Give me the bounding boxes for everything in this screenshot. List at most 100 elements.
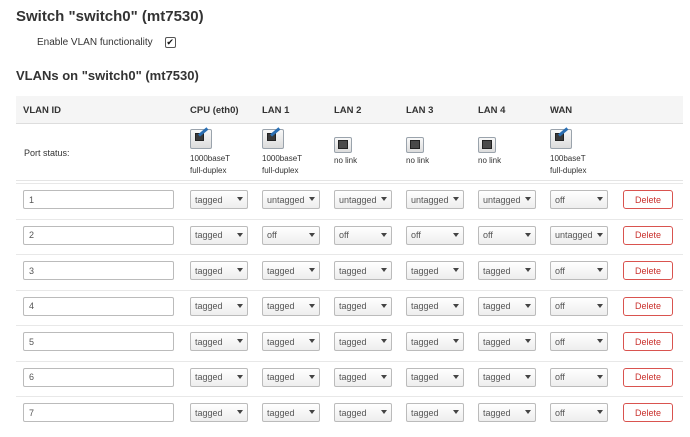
select-value: untagged [339,194,377,205]
delete-button[interactable]: Delete [623,332,673,351]
port-membership-select[interactable]: untagged [550,225,608,245]
port-membership-select[interactable]: tagged [406,403,464,422]
port-membership-select[interactable]: tagged [190,403,248,422]
port-membership-select[interactable]: tagged [190,225,248,245]
port-membership-select[interactable]: off [262,225,320,245]
column-header-port-1: CPU (eth0) [190,105,239,116]
port-membership-select[interactable]: untagged [478,190,536,209]
vlan-id-input[interactable] [23,225,174,245]
port-membership-select[interactable]: off [550,332,608,351]
delete-button[interactable]: Delete [623,403,673,422]
vlan-id-input[interactable] [23,296,174,316]
vlan-id-input[interactable] [23,190,174,209]
port-membership-select[interactable]: tagged [190,190,248,209]
delete-button[interactable]: Delete [623,225,673,245]
port-status-cell: 1000baseT full-duplex [262,127,302,177]
delete-button[interactable]: Delete [623,261,673,280]
port-membership-select[interactable]: tagged [478,332,536,351]
select-value: tagged [339,301,367,311]
port-membership-select[interactable]: off [550,367,608,387]
chevron-down-icon [597,232,603,237]
vlan-row: tagged off off off off untagged Delete [16,218,683,255]
vlan-id-input[interactable] [23,332,174,351]
port-membership-select[interactable]: tagged [478,403,536,422]
port-membership-select[interactable]: tagged [478,367,536,387]
port-membership-select[interactable]: tagged [406,261,464,280]
select-value: untagged [483,194,521,205]
select-value: off [267,230,277,240]
select-value: off [555,265,565,276]
port-membership-select[interactable]: tagged [406,296,464,316]
port-membership-select[interactable]: off [550,261,608,280]
port-membership-select[interactable]: tagged [334,403,392,422]
select-value: tagged [411,372,439,382]
port-membership-select[interactable]: tagged [334,296,392,316]
chevron-down-icon [597,197,603,201]
vlan-id-input[interactable] [23,261,174,280]
select-value: off [555,194,565,205]
select-value: tagged [411,301,439,311]
port-membership-select[interactable]: tagged [262,261,320,280]
port-membership-select[interactable]: tagged [478,261,536,280]
chevron-down-icon [309,339,315,343]
select-value: tagged [267,301,295,311]
vlan-row: tagged tagged tagged tagged tagged off Delete [16,325,683,361]
port-membership-select[interactable]: off [550,403,608,422]
port-membership-select[interactable]: tagged [262,332,320,351]
select-value: tagged [267,407,295,418]
port-speed: 100baseT [550,154,586,163]
port-membership-select[interactable]: tagged [262,367,320,387]
chevron-down-icon [309,303,315,308]
enable-vlan-checkbox[interactable]: ✔ [164,37,176,48]
port-status-cell: no link [334,129,357,167]
select-value: tagged [483,265,511,276]
port-membership-select[interactable]: tagged [190,296,248,316]
port-membership-select[interactable]: tagged [262,403,320,422]
column-header-port-5: LAN 4 [478,105,506,116]
port-status-cell: 1000baseT full-duplex [190,127,230,177]
port-membership-select[interactable]: tagged [334,367,392,387]
chevron-down-icon [525,268,531,272]
column-header-port-2: LAN 1 [262,105,290,116]
port-membership-select[interactable]: tagged [478,296,536,316]
port-membership-select[interactable]: off [406,225,464,245]
port-membership-select[interactable]: off [478,225,536,245]
port-membership-select[interactable]: tagged [190,367,248,387]
select-value: tagged [267,336,295,347]
chevron-down-icon [309,232,315,237]
chevron-down-icon [453,197,459,201]
chevron-down-icon [525,197,531,201]
delete-button[interactable]: Delete [623,296,673,316]
port-membership-select[interactable]: untagged [406,190,464,209]
port-membership-select[interactable]: off [550,190,608,209]
select-value: tagged [411,265,439,276]
select-value: tagged [195,336,223,347]
chevron-down-icon [381,197,387,201]
port-membership-select[interactable]: untagged [262,190,320,209]
vlan-id-input[interactable] [23,403,174,422]
chevron-down-icon [597,374,603,379]
select-value: tagged [195,407,223,418]
port-membership-select[interactable]: tagged [334,261,392,280]
port-membership-select[interactable]: untagged [334,190,392,209]
select-value: tagged [483,336,511,347]
chevron-down-icon [597,268,603,272]
port-membership-select[interactable]: off [550,296,608,316]
select-value: tagged [411,407,439,418]
port-membership-select[interactable]: tagged [406,367,464,387]
vlan-id-input[interactable] [23,367,174,387]
port-membership-select[interactable]: tagged [406,332,464,351]
delete-button[interactable]: Delete [623,190,673,209]
chevron-down-icon [309,374,315,379]
port-membership-select[interactable]: off [334,225,392,245]
port-disconnected-icon [334,137,352,153]
delete-button[interactable]: Delete [623,367,673,387]
port-membership-select[interactable]: tagged [334,332,392,351]
port-membership-select[interactable]: tagged [190,261,248,280]
vlan-row: tagged tagged tagged tagged tagged off Delete [16,396,683,432]
port-membership-select[interactable]: tagged [190,332,248,351]
port-duplex: full-duplex [262,166,299,175]
port-membership-select[interactable]: tagged [262,296,320,316]
port-status-cell: no link [478,129,501,167]
chevron-down-icon [237,268,243,272]
